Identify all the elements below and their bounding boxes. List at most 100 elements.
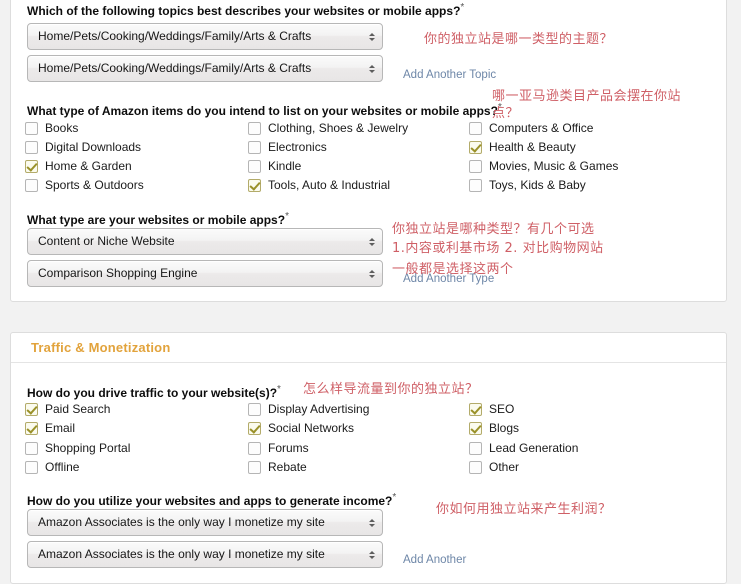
- checkbox-box-icon: [248, 159, 261, 173]
- checkbox-box-icon: [25, 121, 38, 135]
- required-marker: *: [460, 2, 465, 13]
- checkbox-social-networks[interactable]: Social Networks: [248, 421, 354, 435]
- annotation-items-line2: 点？: [492, 106, 520, 121]
- topic-select-1-value: Home/Pets/Cooking/Weddings/Family/Arts &…: [38, 29, 312, 43]
- chevron-updown-icon: [367, 267, 376, 281]
- question-generate-income: How do you utilize your websites and app…: [27, 492, 396, 508]
- question-items: What type of Amazon items do you intend …: [27, 102, 502, 118]
- checkbox-label: SEO: [489, 402, 515, 416]
- annotation-type-line2: 1.内容或利基市场 2. 对比购物网站: [392, 241, 604, 256]
- annotation-type-line3: 一般都是选择这两个: [392, 262, 514, 277]
- checkbox-tools-auto-industrial[interactable]: Tools, Auto & Industrial: [248, 178, 390, 192]
- question-site-type-text: What type are your websites or mobile ap…: [27, 213, 286, 227]
- checkbox-label: Forums: [268, 441, 309, 455]
- checkbox-box-icon: [25, 460, 38, 474]
- checkbox-box-checked-icon: [469, 140, 482, 154]
- checkbox-health-beauty[interactable]: Health & Beauty: [469, 140, 576, 154]
- checkbox-label: Home & Garden: [45, 159, 132, 173]
- checkbox-other[interactable]: Other: [469, 460, 519, 474]
- checkbox-label: Movies, Music & Games: [489, 159, 619, 173]
- checkbox-label: Books: [45, 121, 79, 135]
- checkbox-box-checked-icon: [25, 159, 38, 173]
- checkbox-box-checked-icon: [248, 178, 261, 192]
- topic-select-1[interactable]: Home/Pets/Cooking/Weddings/Family/Arts &…: [27, 23, 383, 50]
- income-select-1[interactable]: Amazon Associates is the only way I mone…: [27, 509, 383, 536]
- checkbox-box-icon: [469, 159, 482, 173]
- checkbox-computers-office[interactable]: Computers & Office: [469, 121, 593, 135]
- checkbox-label: Digital Downloads: [45, 140, 142, 154]
- question-drive-traffic-text: How do you drive traffic to your website…: [27, 386, 278, 400]
- site-type-select-2[interactable]: Comparison Shopping Engine: [27, 260, 383, 287]
- checkbox-box-icon: [25, 441, 38, 455]
- site-type-select-1-value: Content or Niche Website: [38, 234, 175, 248]
- checkbox-box-icon: [248, 140, 261, 154]
- site-type-select-1[interactable]: Content or Niche Website: [27, 228, 383, 255]
- checkbox-label: Clothing, Shoes & Jewelry: [268, 121, 409, 135]
- checkbox-label: Computers & Office: [489, 121, 594, 135]
- topic-select-2[interactable]: Home/Pets/Cooking/Weddings/Family/Arts &…: [27, 55, 383, 82]
- add-another-link[interactable]: Add Another: [403, 554, 466, 566]
- checkbox-shopping-portal[interactable]: Shopping Portal: [25, 441, 130, 455]
- checkbox-box-icon: [248, 402, 261, 416]
- checkbox-movies-music-games[interactable]: Movies, Music & Games: [469, 159, 618, 173]
- checkbox-label: Kindle: [268, 159, 302, 173]
- checkbox-label: Shopping Portal: [45, 441, 131, 455]
- checkbox-seo[interactable]: SEO: [469, 402, 514, 416]
- checkbox-kindle[interactable]: Kindle: [248, 159, 301, 173]
- required-marker: *: [392, 492, 397, 503]
- checkbox-label: Other: [489, 460, 520, 474]
- question-drive-traffic: How do you drive traffic to your website…: [27, 384, 281, 400]
- question-site-type: What type are your websites or mobile ap…: [27, 211, 289, 227]
- checkbox-box-icon: [248, 460, 261, 474]
- chevron-updown-icon: [367, 516, 376, 530]
- question-topic: Which of the following topics best descr…: [27, 2, 464, 18]
- checkbox-label: Health & Beauty: [489, 140, 576, 154]
- add-another-topic-link[interactable]: Add Another Topic: [403, 69, 496, 81]
- required-marker: *: [285, 211, 289, 222]
- required-marker: *: [277, 384, 281, 395]
- traffic-panel-title: Traffic & Monetization: [31, 340, 171, 355]
- checkbox-email[interactable]: Email: [25, 421, 75, 435]
- checkbox-blogs[interactable]: Blogs: [469, 421, 519, 435]
- checkbox-lead-generation[interactable]: Lead Generation: [469, 441, 578, 455]
- checkbox-rebate[interactable]: Rebate: [248, 460, 307, 474]
- annotation-drive-traffic: 怎么样导流量到你的独立站？: [303, 382, 479, 397]
- checkbox-label: Social Networks: [268, 421, 355, 435]
- checkbox-electronics[interactable]: Electronics: [248, 140, 327, 154]
- checkbox-label: Email: [45, 421, 76, 435]
- checkbox-paid-search[interactable]: Paid Search: [25, 402, 110, 416]
- annotation-items-line1: 哪一亚马逊类目产品会摆在你站: [492, 89, 682, 104]
- checkbox-label: Display Advertising: [268, 402, 370, 416]
- checkbox-forums[interactable]: Forums: [248, 441, 309, 455]
- checkbox-box-checked-icon: [469, 402, 482, 416]
- annotation-income: 你如何用独立站来产生利润？: [436, 502, 612, 517]
- checkbox-sports-outdoors[interactable]: Sports & Outdoors: [25, 178, 144, 192]
- checkbox-box-icon: [469, 178, 482, 192]
- checkbox-box-checked-icon: [248, 421, 261, 435]
- chevron-updown-icon: [367, 30, 376, 44]
- checkbox-offline[interactable]: Offline: [25, 460, 79, 474]
- annotation-topic: 你的独立站是哪一类型的主题？: [424, 32, 614, 47]
- checkbox-books[interactable]: Books: [25, 121, 78, 135]
- checkbox-box-icon: [25, 178, 38, 192]
- checkbox-label: Toys, Kids & Baby: [489, 178, 586, 192]
- checkbox-display-advertising[interactable]: Display Advertising: [248, 402, 369, 416]
- checkbox-box-icon: [469, 441, 482, 455]
- checkbox-label: Lead Generation: [489, 441, 579, 455]
- checkbox-label: Rebate: [268, 460, 307, 474]
- site-type-select-2-value: Comparison Shopping Engine: [38, 266, 198, 280]
- checkbox-home-garden[interactable]: Home & Garden: [25, 159, 132, 173]
- question-items-text: What type of Amazon items do you intend …: [27, 104, 498, 118]
- checkbox-label: Offline: [45, 460, 80, 474]
- checkbox-toys-kids-baby[interactable]: Toys, Kids & Baby: [469, 178, 586, 192]
- checkbox-box-icon: [25, 140, 38, 154]
- chevron-updown-icon: [367, 548, 376, 562]
- checkbox-box-checked-icon: [25, 402, 38, 416]
- checkbox-label: Sports & Outdoors: [45, 178, 144, 192]
- income-select-2[interactable]: Amazon Associates is the only way I mone…: [27, 541, 383, 568]
- checkbox-clothing-shoes-jewelry[interactable]: Clothing, Shoes & Jewelry: [248, 121, 408, 135]
- chevron-updown-icon: [367, 62, 376, 76]
- checkbox-label: Tools, Auto & Industrial: [268, 178, 391, 192]
- checkbox-label: Paid Search: [45, 402, 111, 416]
- checkbox-digital-downloads[interactable]: Digital Downloads: [25, 140, 141, 154]
